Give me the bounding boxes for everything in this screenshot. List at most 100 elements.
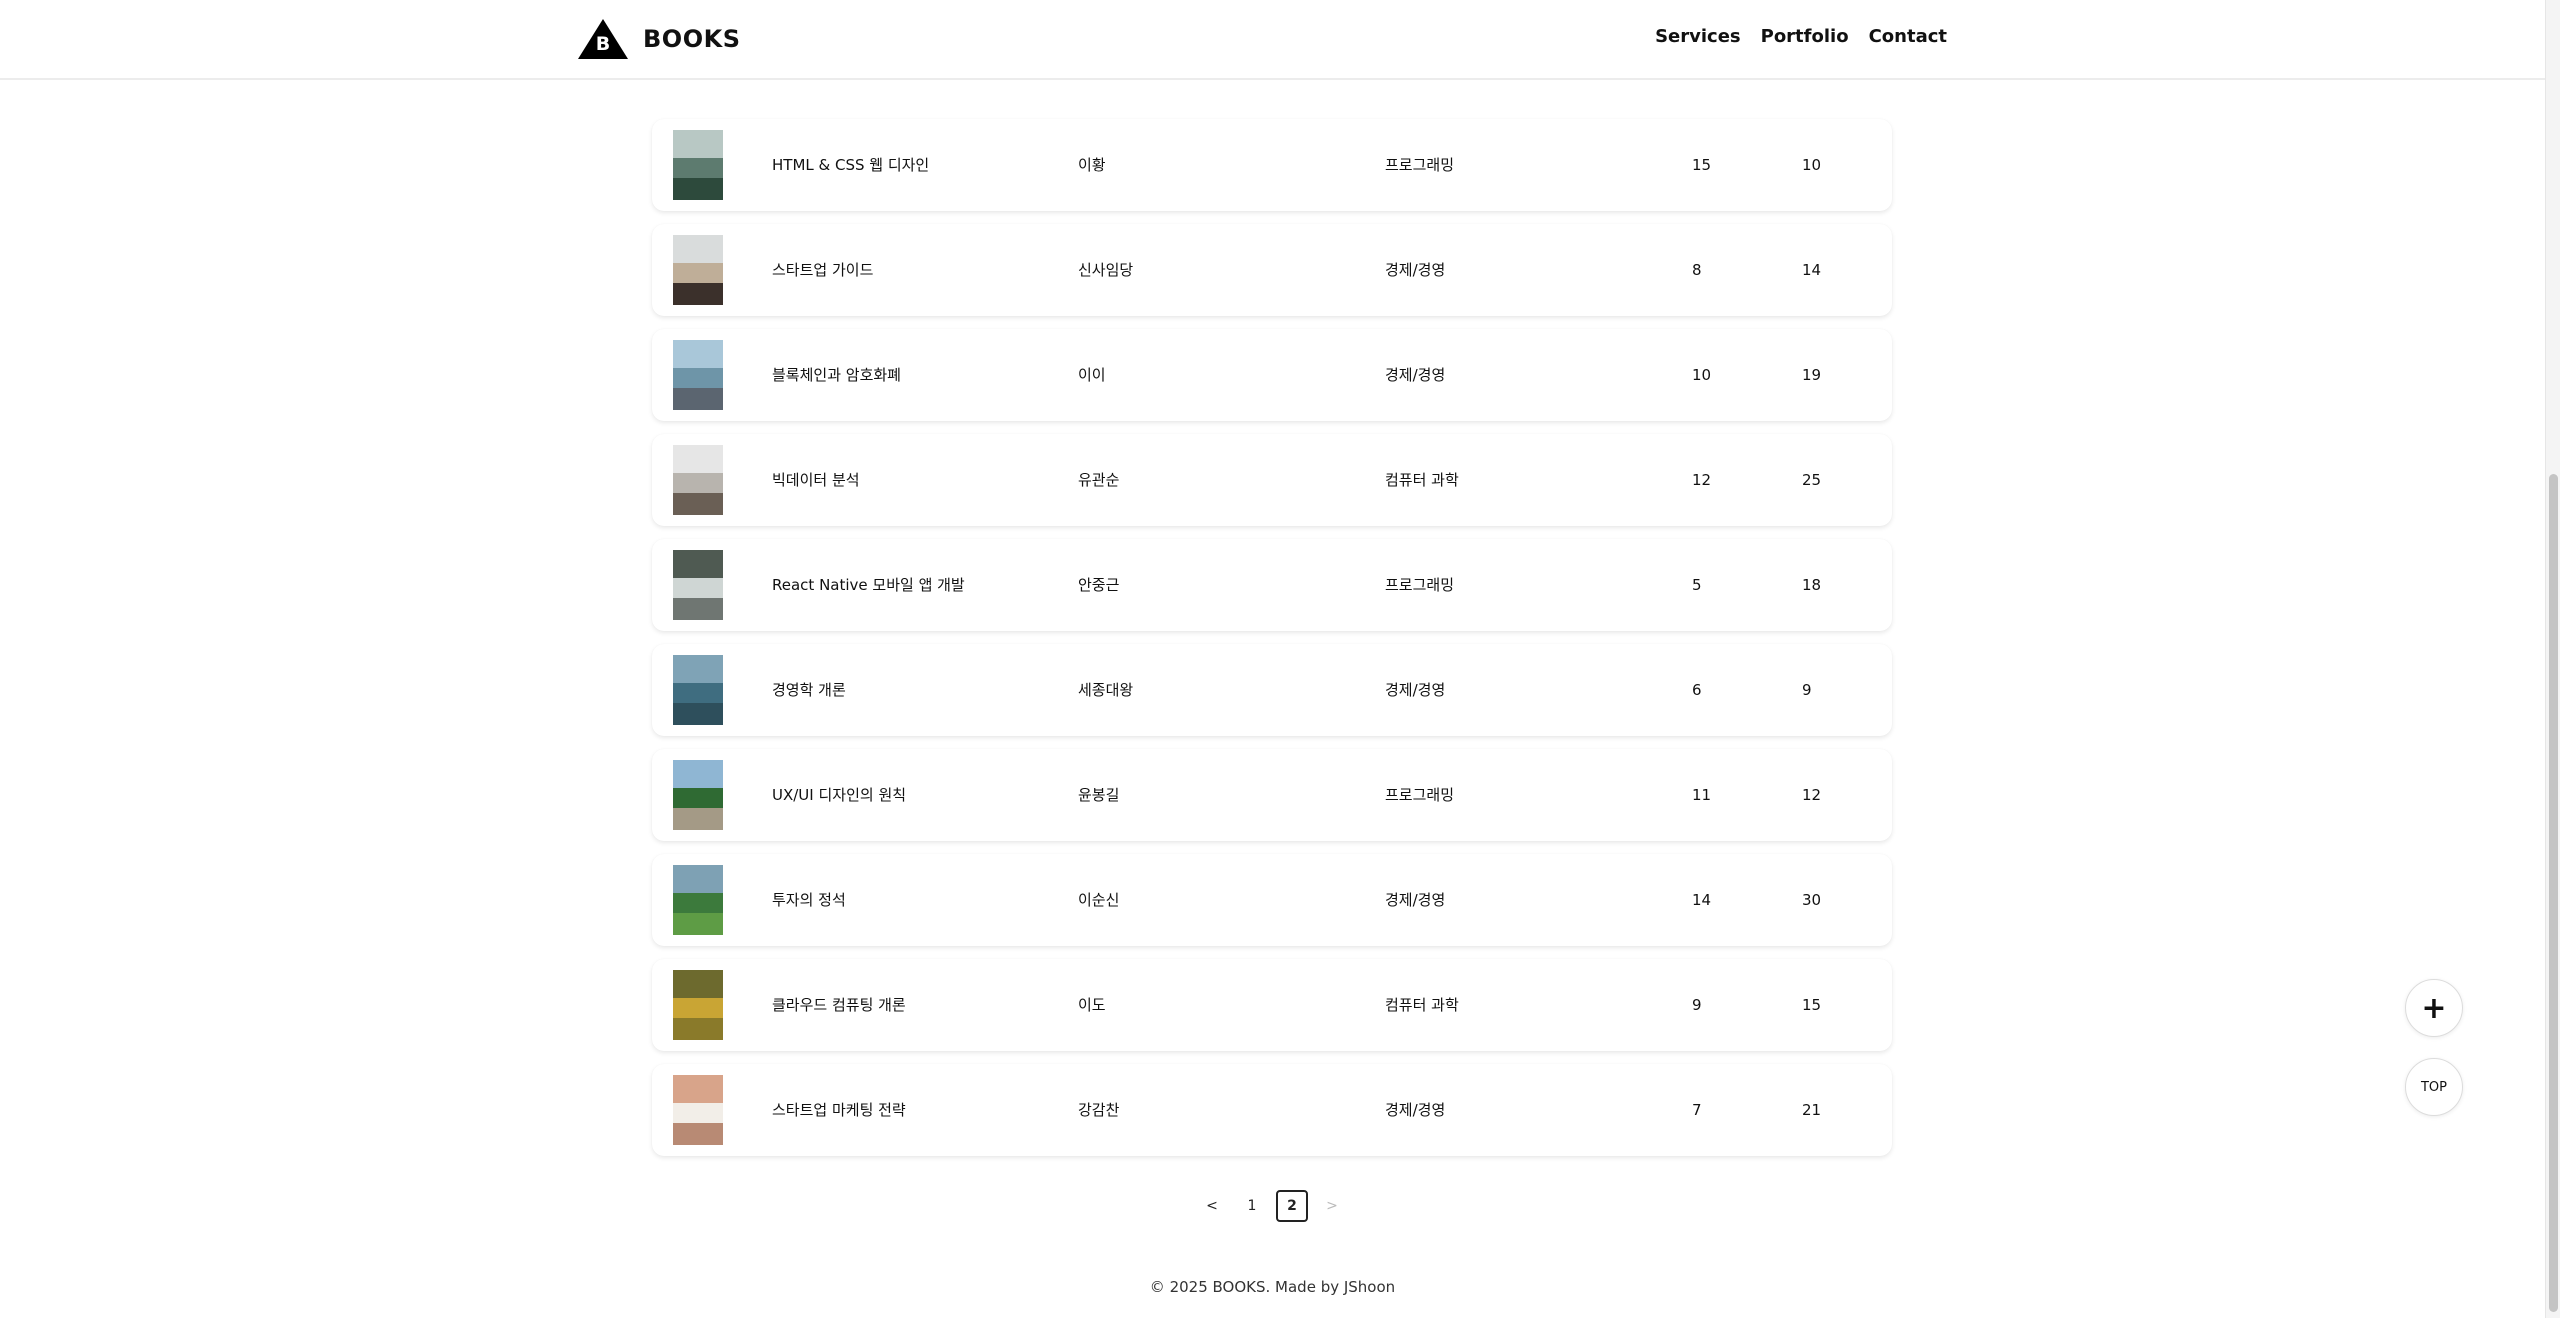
- cover-ground: [673, 1017, 723, 1040]
- book-row[interactable]: 블록체인과 암호화폐 이이 경제/경영 10 19: [652, 329, 1892, 421]
- book-row[interactable]: 경영학 개론 세종대왕 경제/경영 6 9: [652, 644, 1892, 736]
- page-2-button[interactable]: 2: [1276, 1190, 1308, 1222]
- book-count: 19: [1802, 366, 1822, 384]
- scrollbar[interactable]: [2545, 0, 2560, 1318]
- book-row[interactable]: 스타트업 가이드 신사임당 경제/경영 8 14: [652, 224, 1892, 316]
- cover-ground: [673, 492, 723, 515]
- book-quantity: 7: [1692, 1101, 1702, 1119]
- book-count: 21: [1802, 1101, 1822, 1119]
- book-quantity: 12: [1692, 471, 1712, 489]
- nav-portfolio[interactable]: Portfolio: [1761, 26, 1849, 47]
- book-category: 경제/경영: [1385, 261, 1446, 279]
- book-count: 14: [1802, 261, 1822, 279]
- main-nav: Services Portfolio Contact: [1635, 26, 1947, 47]
- book-author: 이황: [1078, 156, 1106, 174]
- book-row[interactable]: 스타트업 마케팅 전략 강감찬 경제/경영 7 21: [652, 1064, 1892, 1156]
- cover-sky: [673, 340, 723, 372]
- page-1-button[interactable]: 1: [1236, 1190, 1268, 1222]
- brand-name: BOOKS: [643, 25, 741, 53]
- book-category: 경제/경영: [1385, 366, 1446, 384]
- book-title: UX/UI 디자인의 원칙: [772, 786, 907, 804]
- cover-sky: [673, 970, 723, 1002]
- book-quantity: 10: [1692, 366, 1712, 384]
- book-category: 경제/경영: [1385, 891, 1446, 909]
- book-quantity: 11: [1692, 786, 1712, 804]
- book-row[interactable]: 투자의 정석 이순신 경제/경영 14 30: [652, 854, 1892, 946]
- cover-ground: [673, 177, 723, 200]
- cover-sky: [673, 550, 723, 582]
- book-quantity: 5: [1692, 576, 1702, 594]
- book-count: 25: [1802, 471, 1822, 489]
- book-quantity: 8: [1692, 261, 1702, 279]
- book-category: 컴퓨터 과학: [1385, 471, 1459, 489]
- book-author: 안중근: [1078, 576, 1120, 594]
- book-author: 세종대왕: [1078, 681, 1134, 699]
- cover-ground: [673, 702, 723, 725]
- book-title: 경영학 개론: [772, 681, 846, 699]
- cover-mid: [673, 263, 723, 284]
- brand[interactable]: B BOOKS: [577, 18, 740, 60]
- book-title: 스타트업 가이드: [772, 261, 874, 279]
- book-author: 신사임당: [1078, 261, 1134, 279]
- book-cover-image: [673, 130, 723, 200]
- cover-mid: [673, 578, 723, 599]
- book-title: HTML & CSS 웹 디자인: [772, 156, 930, 174]
- book-quantity: 15: [1692, 156, 1712, 174]
- cover-sky: [673, 760, 723, 792]
- book-title: 클라우드 컴퓨팅 개론: [772, 996, 906, 1014]
- cover-ground: [673, 807, 723, 830]
- cover-sky: [673, 130, 723, 162]
- book-title: 스타트업 마케팅 전략: [772, 1101, 906, 1119]
- book-author: 이이: [1078, 366, 1106, 384]
- book-author: 이도: [1078, 996, 1106, 1014]
- logo-letter: B: [595, 33, 611, 55]
- book-quantity: 6: [1692, 681, 1702, 699]
- book-title: 투자의 정석: [772, 891, 846, 909]
- book-cover-image: [673, 865, 723, 935]
- book-quantity: 14: [1692, 891, 1712, 909]
- book-title: React Native 모바일 앱 개발: [772, 576, 965, 594]
- scrollbar-thumb[interactable]: [2549, 474, 2558, 1312]
- book-category: 프로그래밍: [1385, 786, 1455, 804]
- book-category: 경제/경영: [1385, 681, 1446, 699]
- nav-services[interactable]: Services: [1655, 26, 1741, 47]
- book-list: HTML & CSS 웹 디자인 이황 프로그래밍 15 10 스타트업 가이드 신사임당 경…: [652, 119, 1892, 1169]
- book-row[interactable]: 클라우드 컴퓨팅 개론 이도 컴퓨터 과학 9 15: [652, 959, 1892, 1051]
- logo-icon: B: [577, 18, 629, 60]
- cover-ground: [673, 912, 723, 935]
- book-count: 9: [1802, 681, 1812, 699]
- cover-mid: [673, 788, 723, 809]
- book-row[interactable]: UX/UI 디자인의 원칙 윤봉길 프로그래밍 11 12: [652, 749, 1892, 841]
- cover-ground: [673, 387, 723, 410]
- cover-mid: [673, 1103, 723, 1124]
- cover-sky: [673, 235, 723, 267]
- cover-sky: [673, 655, 723, 687]
- book-cover-image: [673, 340, 723, 410]
- nav-contact[interactable]: Contact: [1869, 26, 1947, 47]
- book-title: 빅데이터 분석: [772, 471, 860, 489]
- book-row[interactable]: React Native 모바일 앱 개발 안중근 프로그래밍 5 18: [652, 539, 1892, 631]
- book-category: 프로그래밍: [1385, 156, 1455, 174]
- book-author: 윤봉길: [1078, 786, 1120, 804]
- book-title: 블록체인과 암호화폐: [772, 366, 901, 384]
- cover-sky: [673, 1075, 723, 1107]
- add-book-button[interactable]: +: [2405, 979, 2463, 1037]
- next-page-button[interactable]: >: [1316, 1190, 1348, 1222]
- cover-mid: [673, 683, 723, 704]
- book-category: 컴퓨터 과학: [1385, 996, 1459, 1014]
- book-count: 15: [1802, 996, 1822, 1014]
- book-author: 이순신: [1078, 891, 1120, 909]
- book-row[interactable]: 빅데이터 분석 유관순 컴퓨터 과학 12 25: [652, 434, 1892, 526]
- book-row[interactable]: HTML & CSS 웹 디자인 이황 프로그래밍 15 10: [652, 119, 1892, 211]
- cover-mid: [673, 998, 723, 1019]
- book-author: 강감찬: [1078, 1101, 1120, 1119]
- cover-mid: [673, 368, 723, 389]
- book-count: 10: [1802, 156, 1822, 174]
- site-header: B BOOKS Services Portfolio Contact: [0, 0, 2545, 80]
- prev-page-button[interactable]: <: [1196, 1190, 1228, 1222]
- cover-ground: [673, 1122, 723, 1145]
- book-count: 12: [1802, 786, 1822, 804]
- scroll-top-button[interactable]: TOP: [2405, 1058, 2463, 1116]
- book-cover-image: [673, 445, 723, 515]
- footer: © 2025 BOOKS. Made by JShoon: [1149, 1278, 1396, 1296]
